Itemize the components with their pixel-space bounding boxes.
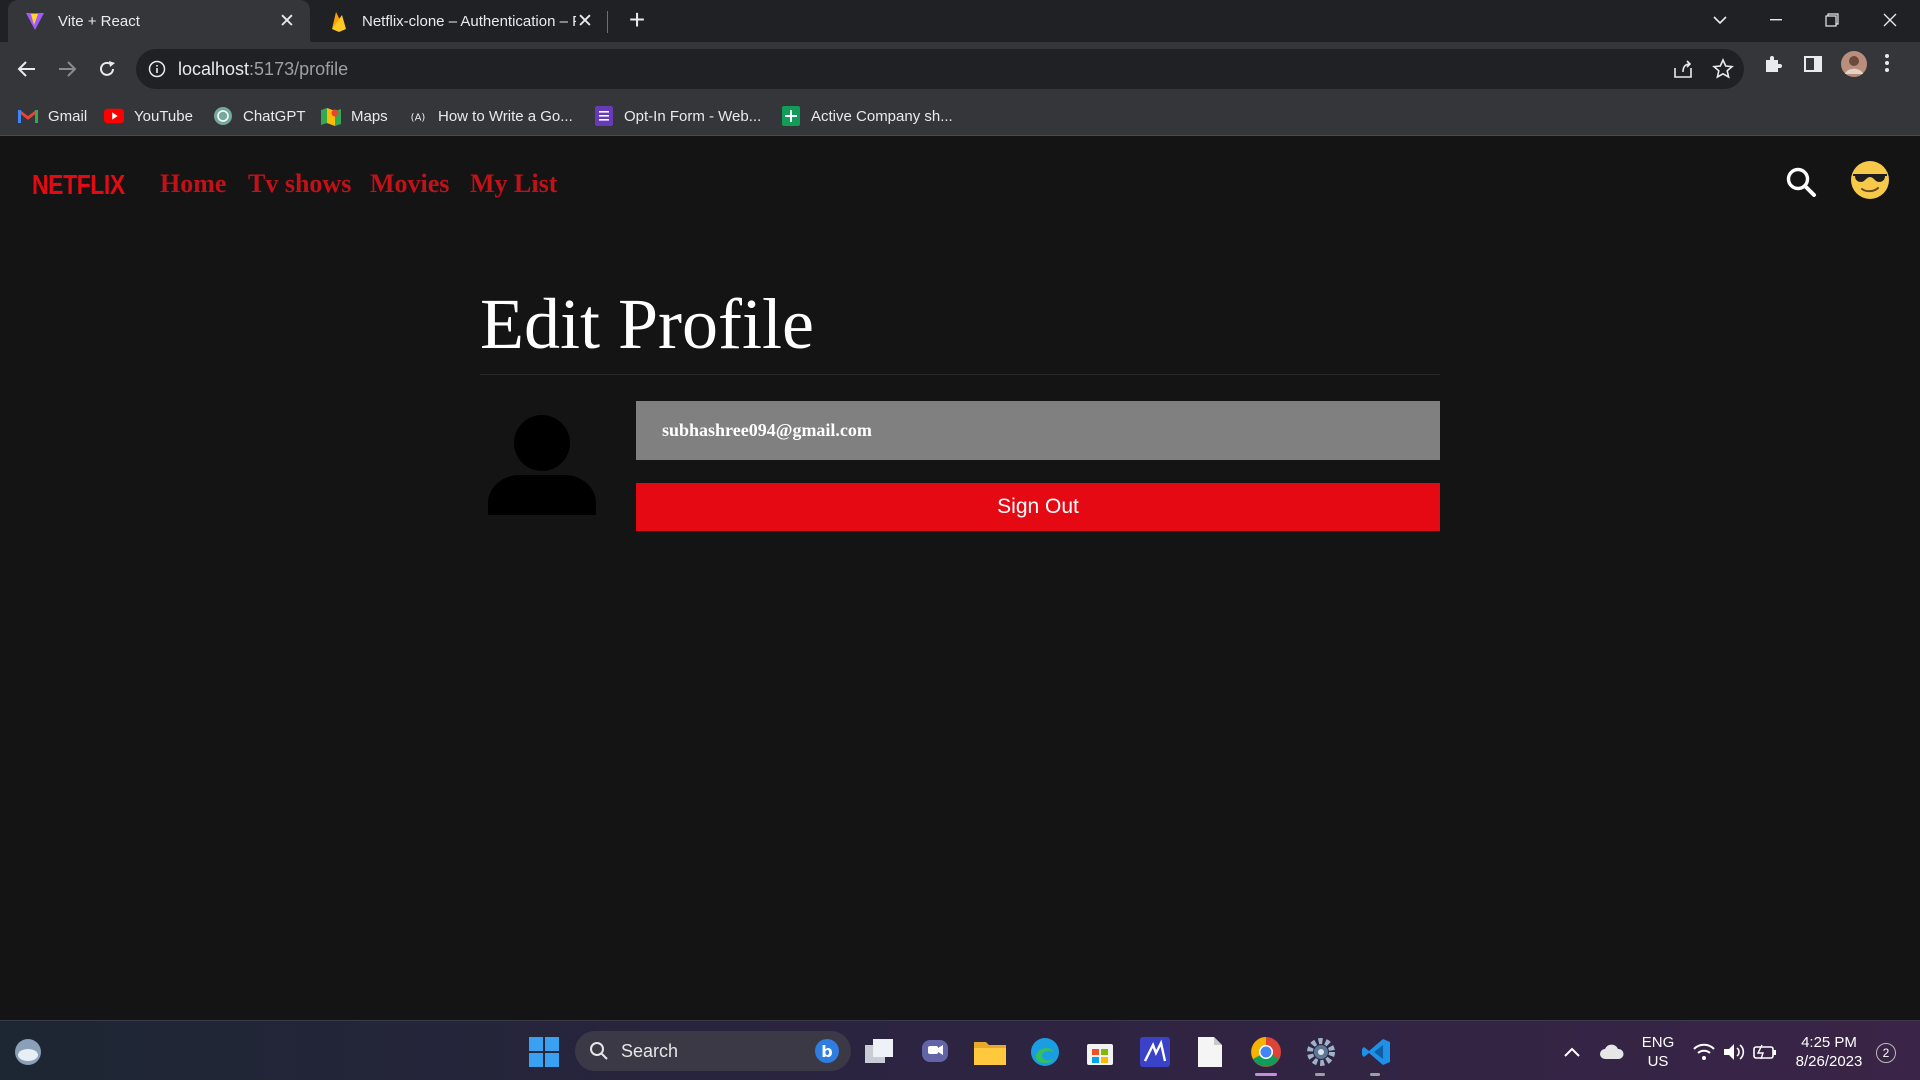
bookmark-gmail[interactable]: Gmail — [18, 102, 87, 130]
vs-code-alt-icon[interactable] — [1137, 1034, 1173, 1070]
address-bar[interactable]: localhost:5173/profile — [136, 49, 1744, 89]
bookmark-active-company[interactable]: Active Company sh... — [781, 102, 953, 130]
taskbar-search-box[interactable]: Search b — [575, 1031, 851, 1071]
browser-tab-strip: Vite + React ✕ Netflix-clone – Authentic… — [0, 0, 1920, 42]
firebase-icon — [328, 10, 350, 32]
bookmark-label: How to Write a Go... — [438, 107, 573, 125]
svg-text:(A): (A) — [411, 113, 426, 124]
bookmarks-bar: Gmail YouTube ChatGPT Maps (A) How to Wr… — [0, 96, 1920, 136]
input-language-indicator[interactable]: ENG US — [1640, 1033, 1676, 1071]
restore-button[interactable] — [1804, 0, 1860, 40]
close-window-button[interactable] — [1862, 0, 1918, 40]
clock-time: 4:25 PM — [1801, 1034, 1857, 1051]
clock[interactable]: 4:25 PM 8/26/2023 — [1784, 1033, 1874, 1071]
onedrive-cloud-icon[interactable] — [1594, 1034, 1630, 1070]
share-icon[interactable] — [1672, 58, 1694, 85]
file-explorer-icon[interactable] — [972, 1034, 1008, 1070]
clock-date: 8/26/2023 — [1795, 1053, 1863, 1070]
tab-title: Netflix-clone – Authentication – F — [362, 12, 576, 30]
sheets-icon — [781, 106, 801, 126]
bing-icon[interactable]: b — [813, 1037, 841, 1070]
notification-badge[interactable]: 2 — [1876, 1043, 1896, 1063]
bookmark-maps[interactable]: Maps — [321, 102, 388, 130]
gmail-icon — [18, 106, 38, 126]
microsoft-store-icon[interactable] — [1082, 1034, 1118, 1070]
nav-movies-link[interactable]: Movies — [370, 169, 449, 199]
back-button[interactable] — [10, 52, 44, 86]
vscode-icon[interactable] — [1358, 1034, 1394, 1070]
bookmark-label: Opt-In Form - Web... — [624, 107, 762, 125]
close-tab-icon[interactable]: ✕ — [576, 10, 594, 33]
user-avatar-icon — [488, 407, 596, 520]
chrome-icon[interactable] — [1248, 1034, 1284, 1070]
vite-icon — [24, 10, 46, 32]
url-path: :5173/profile — [249, 59, 349, 79]
chrome-running-indicator — [1255, 1073, 1277, 1076]
new-tab-button[interactable]: + — [622, 6, 652, 36]
chrome-menu-icon[interactable] — [1884, 53, 1890, 78]
chatgpt-icon — [213, 106, 233, 126]
nav-home-link[interactable]: Home — [160, 169, 226, 199]
settings-running-indicator — [1315, 1073, 1325, 1076]
show-hidden-icons-chevron-icon[interactable] — [1554, 1034, 1590, 1070]
lang-secondary: US — [1647, 1053, 1669, 1070]
page-title: Edit Profile — [480, 288, 1440, 375]
a-icon: (A) — [408, 106, 428, 126]
sunglasses-emoji-avatar-icon[interactable] — [1850, 160, 1890, 200]
windows-start-icon[interactable] — [526, 1034, 562, 1070]
minimize-button[interactable] — [1748, 0, 1804, 40]
edge-browser-icon[interactable] — [1027, 1034, 1063, 1070]
vscode-running-indicator — [1370, 1073, 1380, 1076]
forms-icon — [594, 106, 614, 126]
teams-chat-icon[interactable] — [917, 1034, 953, 1070]
nav-my-list-link[interactable]: My List — [470, 169, 557, 199]
bookmark-label: Gmail — [48, 107, 88, 125]
browser-toolbar: localhost:5173/profile — [0, 42, 1920, 96]
bookmark-chatgpt[interactable]: ChatGPT — [213, 102, 306, 130]
svg-text:b: b — [821, 1042, 832, 1061]
tab-search-chevron-icon[interactable] — [1692, 0, 1748, 40]
email-display: subhashree094@gmail.com — [636, 401, 1440, 460]
windows-taskbar: Search b ENG US 4:25 PM 8/26/2023 2 — [0, 1020, 1920, 1080]
battery-icon[interactable] — [1747, 1034, 1783, 1070]
side-panel-icon[interactable] — [1802, 53, 1824, 80]
bookmark-label: Maps — [351, 107, 388, 125]
bookmark-label: YouTube — [134, 107, 193, 125]
close-tab-icon[interactable]: ✕ — [278, 10, 296, 33]
tab-title: Vite + React — [58, 12, 140, 30]
youtube-icon — [104, 106, 124, 126]
nav-tv-shows-link[interactable]: Tv shows — [248, 169, 351, 199]
notepad-file-icon[interactable] — [1192, 1034, 1228, 1070]
bookmark-star-icon[interactable] — [1712, 58, 1734, 85]
profile-avatar-icon[interactable] — [1840, 50, 1868, 83]
sign-out-button[interactable]: Sign Out — [636, 483, 1440, 531]
search-icon — [590, 1042, 608, 1060]
tab-netflix-clone-auth[interactable]: Netflix-clone – Authentication – F ✕ — [316, 0, 608, 42]
netflix-logo[interactable]: NETFLIX — [32, 169, 125, 201]
task-view-icon[interactable] — [862, 1034, 898, 1070]
bookmark-youtube[interactable]: YouTube — [104, 102, 193, 130]
app-page: NETFLIX Home Tv shows Movies My List Edi… — [0, 136, 1920, 1020]
bookmark-label: ChatGPT — [243, 107, 306, 125]
search-icon[interactable] — [1785, 166, 1817, 203]
bookmark-opt-in-form[interactable]: Opt-In Form - Web... — [594, 102, 761, 130]
site-info-icon[interactable] — [148, 60, 166, 83]
tab-separator — [607, 11, 608, 33]
profile-body: subhashree094@gmail.com Sign Out — [480, 375, 1440, 575]
url-text[interactable]: localhost:5173/profile — [178, 59, 348, 80]
reload-button[interactable] — [90, 52, 124, 86]
forward-button[interactable] — [50, 52, 84, 86]
extensions-puzzle-icon[interactable] — [1762, 53, 1784, 80]
edit-profile-panel: Edit Profile subhashree094@gmail.com Sig… — [480, 288, 1440, 575]
lang-primary: ENG — [1641, 1034, 1675, 1051]
url-host: localhost — [178, 59, 250, 79]
tab-vite-react[interactable]: Vite + React ✕ — [8, 0, 310, 42]
maps-icon — [321, 106, 341, 126]
search-label: Search — [621, 1040, 679, 1061]
bookmark-how-to-write[interactable]: (A) How to Write a Go... — [408, 102, 573, 130]
weather-widget-icon[interactable] — [10, 1034, 46, 1070]
settings-gear-icon[interactable] — [1303, 1034, 1339, 1070]
bookmark-label: Active Company sh... — [811, 107, 953, 125]
